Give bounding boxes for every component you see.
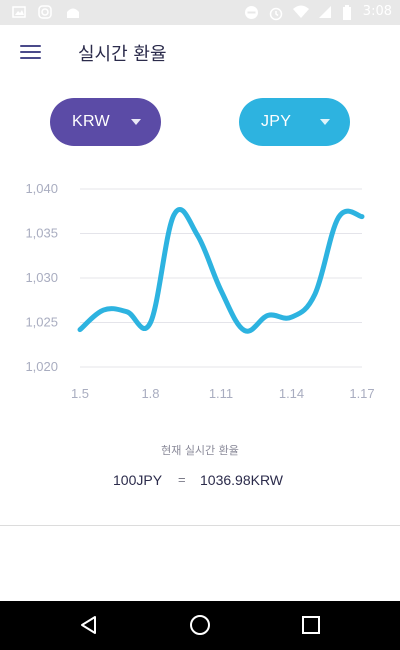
recents-icon[interactable]: [300, 614, 322, 636]
y-tick-label: 1,040: [25, 181, 58, 196]
navigation-bar: [0, 601, 400, 650]
y-tick-label: 1,030: [25, 270, 58, 285]
chevron-down-icon: [320, 119, 330, 125]
android-icon: [67, 8, 79, 18]
rate-right-value: 1036.98KRW: [200, 472, 284, 488]
series-line: [77, 206, 365, 334]
instagram-icon: [38, 5, 52, 19]
chevron-down-icon: [131, 119, 141, 125]
x-tick-label: 1.14: [279, 386, 304, 401]
divider: [0, 525, 400, 526]
y-tick-label: 1,035: [25, 226, 58, 241]
x-tick-label: 1.17: [349, 386, 374, 401]
hamburger-menu-icon[interactable]: [20, 45, 42, 61]
y-tick-label: 1,025: [25, 315, 58, 330]
x-tick-label: 1.5: [71, 386, 89, 401]
y-tick-label: 1,020: [25, 359, 58, 374]
rate-left-value: 100JPY: [113, 472, 163, 488]
app-bar: 실시간 환율: [0, 25, 400, 80]
from-currency-dropdown[interactable]: KRW: [50, 98, 161, 146]
alarm-icon: [269, 7, 283, 21]
to-currency-dropdown[interactable]: JPY: [239, 98, 350, 146]
status-time: 3:08: [362, 4, 392, 19]
wifi-icon: [293, 5, 309, 18]
home-icon[interactable]: [189, 614, 211, 636]
dnd-icon: [245, 6, 258, 19]
signal-icon: [319, 6, 331, 18]
image-icon: [12, 6, 26, 18]
back-icon[interactable]: [78, 614, 100, 636]
rate-summary: 100JPY = 1036.98KRW: [0, 472, 400, 492]
to-currency-label: JPY: [261, 113, 292, 130]
from-currency-label: KRW: [72, 113, 110, 130]
page-title: 실시간 환율: [78, 44, 167, 65]
battery-icon: [343, 5, 351, 20]
x-tick-label: 1.11: [209, 386, 233, 401]
status-bar: 3:08: [0, 0, 400, 25]
rate-equals: =: [178, 472, 186, 487]
rate-caption: 현재 실시간 환율: [161, 444, 239, 457]
exchange-rate-chart: 1,040 1,035 1,030 1,025 1,020 1.5 1.8 1.11 1.14 1…: [25, 181, 374, 401]
x-tick-label: 1.8: [141, 386, 159, 401]
